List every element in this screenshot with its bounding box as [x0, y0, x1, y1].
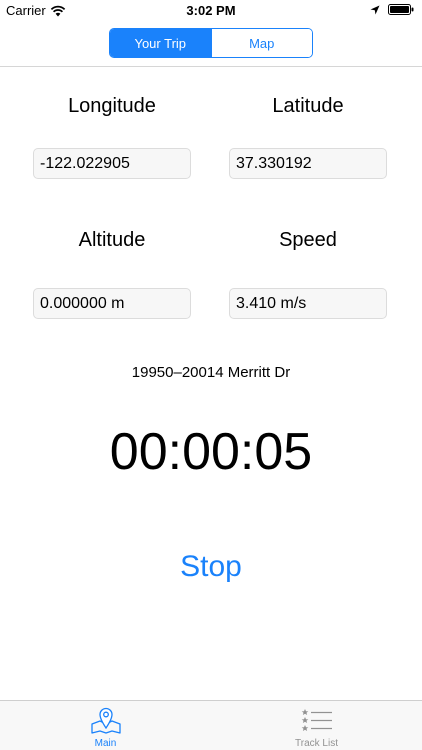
address-label: 19950–20014 Merritt Dr — [131, 364, 291, 381]
segment-map[interactable]: Map — [210, 29, 312, 57]
latitude-field[interactable]: 37.330192 — [229, 148, 387, 179]
battery-icon — [388, 4, 414, 15]
segmented-control: Your Trip Map — [109, 28, 313, 58]
altitude-label: Altitude — [78, 229, 146, 251]
stop-button[interactable]: Stop — [161, 545, 261, 589]
longitude-field[interactable]: -122.022905 — [33, 148, 191, 179]
elapsed-timer: 00:00:05 — [109, 423, 313, 481]
starred-list-icon — [301, 709, 332, 731]
status-time: 3:02 PM — [186, 3, 236, 18]
location-arrow-icon — [370, 5, 380, 14]
tab-track-list-label: Track List — [295, 738, 338, 749]
tab-bar: Main Track List — [0, 700, 422, 750]
latitude-label: Latitude — [272, 95, 344, 117]
altitude-field[interactable]: 0.000000 m — [33, 288, 191, 319]
status-right — [370, 4, 414, 15]
speed-label: Speed — [279, 229, 337, 251]
nav-divider — [0, 66, 422, 67]
segment-your-trip[interactable]: Your Trip — [110, 29, 211, 57]
status-bar: Carrier 3:02 PM — [0, 0, 422, 22]
speed-field[interactable]: 3.410 m/s — [229, 288, 387, 319]
tab-track-list[interactable]: Track List — [211, 701, 422, 750]
tab-main-label: Main — [94, 738, 117, 749]
longitude-label: Longitude — [68, 95, 156, 117]
map-pin-icon — [90, 707, 121, 734]
tab-main[interactable]: Main — [0, 701, 211, 750]
